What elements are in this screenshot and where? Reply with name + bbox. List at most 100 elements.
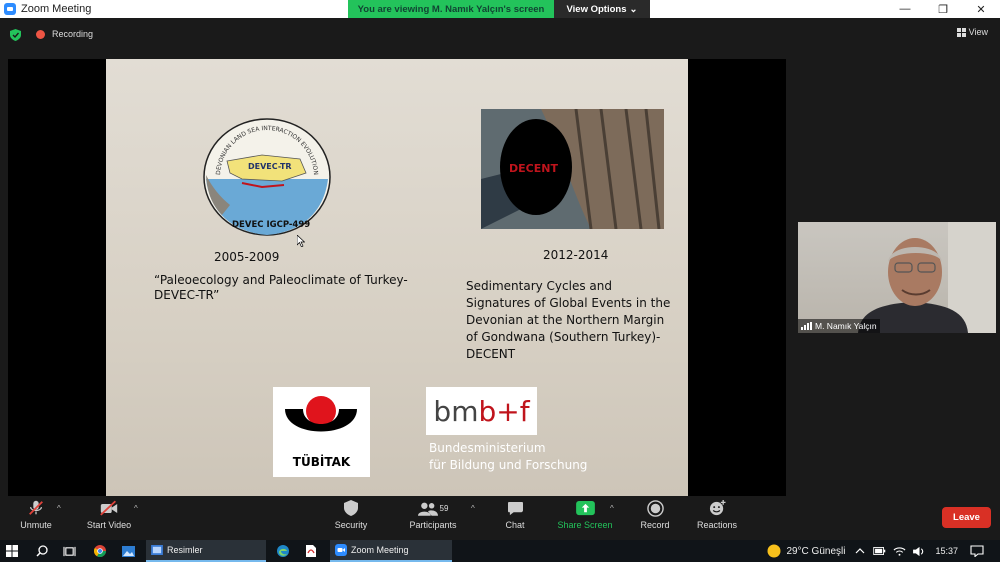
record-label: Record <box>640 520 670 530</box>
devec-logo: DEVONIAN LAND SEA INTERACTION EVOLUTION … <box>202 117 331 236</box>
photos-viewer-taskbar-button[interactable] <box>122 540 135 562</box>
participant-name: M. Namık Yalçın <box>815 321 877 331</box>
pdf-reader-taskbar-button[interactable] <box>306 540 316 562</box>
weather-text[interactable]: 29°C Güneşli <box>786 546 845 557</box>
share-screen-label: Share Screen <box>557 520 613 530</box>
meeting-toolbar: Unmute ^ Start Video ^ Security 59 Parti… <box>0 496 1000 540</box>
screen-share-banner: You are viewing M. Namık Yalçın's screen… <box>348 0 650 18</box>
tubitak-logo: TÜBİTAK <box>273 387 370 477</box>
edge-taskbar-button[interactable] <box>277 540 289 562</box>
project1-title: “Paleoecology and Paleoclimate of Turkey… <box>154 273 408 302</box>
unmute-button[interactable]: Unmute <box>14 496 58 540</box>
muted-microphone-icon <box>29 500 43 515</box>
chrome-taskbar-button[interactable] <box>94 540 106 562</box>
encryption-shield-icon[interactable] <box>10 29 21 41</box>
bmbf-logo-bm: bm <box>433 394 479 428</box>
clock-time[interactable]: 15:37 <box>935 546 958 556</box>
zoom-icon <box>335 544 347 556</box>
reactions-label: Reactions <box>696 520 738 530</box>
share-options-caret[interactable]: ^ <box>610 504 614 513</box>
grid-view-icon <box>956 27 966 37</box>
audio-options-caret[interactable]: ^ <box>57 504 61 513</box>
security-shield-icon <box>344 500 358 516</box>
chevron-up-icon[interactable] <box>855 548 865 554</box>
project2-years: 2012-2014 <box>543 248 609 262</box>
bmbf-logo: bm b+f <box>426 387 537 435</box>
meeting-info-row: Recording View <box>0 18 1000 58</box>
chrome-icon <box>94 545 106 557</box>
start-video-button[interactable]: Start Video <box>82 496 136 540</box>
video-options-caret[interactable]: ^ <box>134 504 138 513</box>
photos-app-label: Resimler <box>167 545 203 555</box>
participant-video-frame <box>858 222 996 333</box>
shared-screen[interactable]: DEVONIAN LAND SEA INTERACTION EVOLUTION … <box>8 59 786 496</box>
security-label: Security <box>334 520 368 530</box>
viewing-screen-message: You are viewing M. Namık Yalçın's screen <box>348 0 554 18</box>
record-button[interactable]: Record <box>638 496 672 540</box>
minimize-button[interactable]: — <box>886 0 924 18</box>
zoom-taskbar-button[interactable]: Zoom Meeting <box>330 540 452 562</box>
window-title: Zoom Meeting <box>21 3 92 15</box>
view-options-button[interactable]: View Options ⌄ <box>554 0 650 18</box>
smiley-face-icon <box>709 499 726 515</box>
task-view-button[interactable] <box>63 540 76 562</box>
wifi-icon[interactable] <box>893 546 906 556</box>
share-screen-icon <box>575 500 595 515</box>
share-screen-button[interactable]: Share Screen <box>556 496 614 540</box>
mouse-pointer-icon <box>297 235 305 247</box>
participants-options-caret[interactable]: ^ <box>471 504 475 513</box>
decent-photo: DECENT <box>481 109 664 229</box>
chevron-down-icon: ⌄ <box>629 3 638 15</box>
chat-bubble-icon <box>507 501 523 515</box>
presentation-slide: DEVONIAN LAND SEA INTERACTION EVOLUTION … <box>106 59 688 496</box>
search-icon <box>36 545 48 557</box>
participants-button[interactable]: 59 Participants <box>405 496 461 540</box>
battery-icon[interactable] <box>873 547 886 555</box>
reactions-button[interactable]: Reactions <box>694 496 740 540</box>
title-bar: Zoom Meeting You are viewing M. Namık Ya… <box>0 0 1000 18</box>
windows-taskbar: Resimler Zoom Meeting 29°C Güneşli 15:37 <box>0 540 1000 562</box>
bmbf-name: Bundesministerium für Bildung und Forsch… <box>429 440 587 474</box>
pdf-icon <box>306 545 316 557</box>
decent-label: DECENT <box>509 162 558 175</box>
record-icon <box>646 499 664 517</box>
zoom-app-icon <box>4 3 16 15</box>
start-video-label: Start Video <box>86 520 132 530</box>
leave-button[interactable]: Leave <box>942 507 991 528</box>
restore-button[interactable]: ❐ <box>924 0 962 18</box>
devec-bottom-text: DEVEC IGCP-499 <box>232 220 310 230</box>
start-button[interactable] <box>6 540 18 562</box>
photos-app-taskbar-button[interactable]: Resimler <box>146 540 266 562</box>
recording-icon <box>36 30 45 39</box>
project2-title: Sedimentary Cycles and Signatures of Glo… <box>466 279 671 361</box>
devec-center-text: DEVEC-TR <box>248 162 292 171</box>
view-label: View <box>968 27 988 37</box>
bmbf-name-line1: Bundesministerium <box>429 441 546 455</box>
recording-label: Recording <box>52 29 94 39</box>
taskbar-search-button[interactable] <box>36 540 48 562</box>
close-window-button[interactable]: ✕ <box>962 0 1000 18</box>
edge-icon <box>277 545 289 557</box>
participants-label: Participants <box>409 520 457 530</box>
task-view-icon <box>63 546 76 556</box>
sun-weather-icon[interactable] <box>767 544 781 558</box>
system-tray: 29°C Güneşli 15:37 <box>767 540 1000 562</box>
chat-button[interactable]: Chat <box>500 496 530 540</box>
photos-icon <box>151 545 163 555</box>
bmbf-name-line2: für Bildung und Forschung <box>429 458 588 472</box>
security-button[interactable]: Security <box>330 496 372 540</box>
view-options-label: View Options <box>566 3 627 15</box>
view-button[interactable]: View <box>956 27 988 37</box>
participant-video-thumbnail[interactable]: M. Namık Yalçın <box>798 222 996 333</box>
image-viewer-icon <box>122 545 135 557</box>
bmbf-logo-bf: b+f <box>478 394 530 428</box>
participants-icon <box>417 502 438 516</box>
unmute-label: Unmute <box>20 520 52 530</box>
speaker-icon[interactable] <box>913 546 926 557</box>
window-controls: — ❐ ✕ <box>886 0 1000 18</box>
notifications-icon[interactable] <box>970 545 984 557</box>
video-off-icon <box>100 500 118 516</box>
windows-logo-icon <box>6 545 18 557</box>
tubitak-label: TÜBİTAK <box>292 455 351 469</box>
zoom-taskbar-label: Zoom Meeting <box>351 545 409 555</box>
